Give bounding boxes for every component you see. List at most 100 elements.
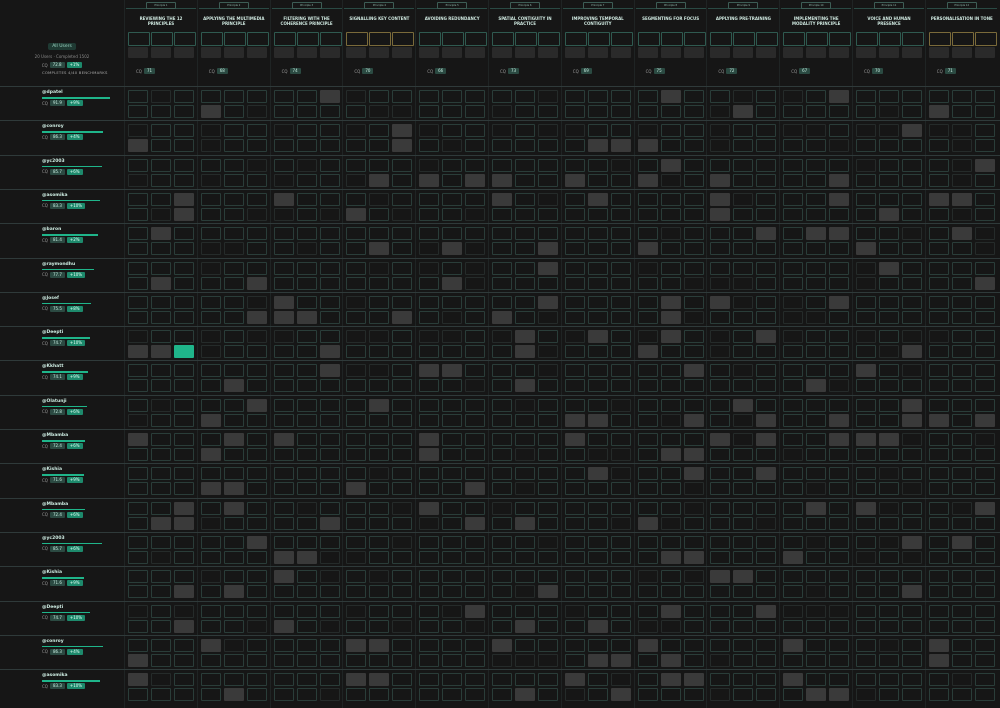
benchmark-cell[interactable] (806, 124, 827, 138)
benchmark-cell[interactable] (346, 345, 367, 359)
benchmark-cell[interactable] (392, 673, 413, 687)
benchmark-cell[interactable] (951, 379, 972, 393)
benchmark-cell[interactable] (733, 570, 754, 584)
benchmark-cell[interactable] (442, 276, 463, 290)
benchmark-cell[interactable] (246, 310, 267, 324)
benchmark-cell[interactable] (419, 379, 440, 393)
benchmark-cell[interactable] (200, 124, 221, 138)
benchmark-cell[interactable] (346, 535, 367, 549)
benchmark-cell[interactable] (273, 516, 294, 530)
benchmark-cell[interactable] (273, 276, 294, 290)
benchmark-cell[interactable] (515, 192, 535, 206)
benchmark-cell[interactable] (223, 448, 244, 461)
benchmark-cell[interactable] (465, 192, 486, 206)
benchmark-cell[interactable] (783, 653, 804, 667)
benchmark-cell[interactable] (246, 482, 267, 496)
benchmark-cell[interactable] (683, 501, 704, 515)
benchmark-cell[interactable] (538, 585, 558, 599)
benchmark-cell[interactable] (538, 501, 558, 515)
benchmark-cell[interactable] (223, 330, 244, 344)
benchmark-cell[interactable] (151, 448, 171, 461)
benchmark-cell[interactable] (128, 619, 148, 633)
benchmark-cell[interactable] (610, 501, 631, 515)
benchmark-cell[interactable] (928, 653, 949, 667)
benchmark-cell[interactable] (442, 688, 463, 702)
user-row[interactable]: @baron CQ 81.4 +2% (0, 223, 124, 258)
benchmark-cell[interactable] (756, 516, 777, 530)
benchmark-cell[interactable] (879, 345, 899, 359)
benchmark-cell[interactable] (710, 173, 731, 187)
benchmark-cell[interactable] (637, 139, 658, 153)
benchmark-cell[interactable] (829, 638, 850, 652)
benchmark-cell[interactable] (733, 688, 754, 702)
benchmark-cell[interactable] (419, 638, 440, 652)
benchmark-cell[interactable] (174, 619, 194, 633)
benchmark-cell[interactable] (151, 124, 171, 138)
benchmark-cell[interactable] (756, 192, 777, 206)
benchmark-cell[interactable] (587, 242, 608, 256)
benchmark-cell[interactable] (829, 550, 850, 564)
benchmark-cell[interactable] (174, 124, 194, 138)
benchmark-cell[interactable] (151, 379, 171, 393)
benchmark-cell[interactable] (587, 330, 608, 344)
benchmark-cell[interactable] (637, 261, 658, 275)
benchmark-cell[interactable] (369, 139, 390, 153)
benchmark-cell[interactable] (200, 398, 221, 412)
benchmark-cell[interactable] (879, 467, 899, 481)
benchmark-cell[interactable] (515, 653, 535, 667)
benchmark-cell[interactable] (200, 158, 221, 172)
benchmark-cell[interactable] (683, 688, 704, 702)
benchmark-cell[interactable] (296, 653, 317, 667)
benchmark-cell[interactable] (419, 433, 440, 446)
benchmark-cell[interactable] (465, 310, 486, 324)
benchmark-cell[interactable] (392, 173, 413, 187)
benchmark-cell[interactable] (564, 433, 585, 446)
benchmark-cell[interactable] (733, 673, 754, 687)
benchmark-cell[interactable] (369, 535, 390, 549)
benchmark-cell[interactable] (538, 207, 558, 221)
benchmark-cell[interactable] (564, 295, 585, 309)
benchmark-cell[interactable] (806, 653, 827, 667)
benchmark-cell[interactable] (783, 330, 804, 344)
benchmark-cell[interactable] (928, 467, 949, 481)
benchmark-cell[interactable] (419, 604, 440, 618)
benchmark-cell[interactable] (174, 295, 194, 309)
benchmark-cell[interactable] (319, 276, 340, 290)
benchmark-cell[interactable] (419, 550, 440, 564)
benchmark-cell[interactable] (515, 467, 535, 481)
benchmark-cell[interactable] (902, 673, 922, 687)
benchmark-cell[interactable] (564, 550, 585, 564)
benchmark-cell[interactable] (564, 604, 585, 618)
benchmark-cell[interactable] (151, 413, 171, 427)
benchmark-cell[interactable] (442, 158, 463, 172)
benchmark-cell[interactable] (902, 550, 922, 564)
benchmark-cell[interactable] (200, 207, 221, 221)
benchmark-cell[interactable] (392, 688, 413, 702)
benchmark-cell[interactable] (223, 364, 244, 378)
benchmark-cell[interactable] (587, 570, 608, 584)
benchmark-cell[interactable] (783, 448, 804, 461)
benchmark-cell[interactable] (346, 501, 367, 515)
benchmark-cell[interactable] (928, 604, 949, 618)
benchmark-cell[interactable] (928, 501, 949, 515)
benchmark-cell[interactable] (974, 158, 995, 172)
benchmark-cell[interactable] (369, 433, 390, 446)
benchmark-cell[interactable] (419, 585, 440, 599)
benchmark-cell[interactable] (538, 192, 558, 206)
benchmark-cell[interactable] (902, 173, 922, 187)
benchmark-cell[interactable] (174, 398, 194, 412)
benchmark-cell[interactable] (806, 448, 827, 461)
benchmark-cell[interactable] (564, 585, 585, 599)
benchmark-cell[interactable] (128, 550, 148, 564)
benchmark-cell[interactable] (538, 398, 558, 412)
benchmark-cell[interactable] (683, 673, 704, 687)
benchmark-cell[interactable] (223, 638, 244, 652)
benchmark-cell[interactable] (974, 604, 995, 618)
benchmark-cell[interactable] (128, 467, 148, 481)
benchmark-cell[interactable] (465, 242, 486, 256)
benchmark-cell[interactable] (683, 516, 704, 530)
benchmark-cell[interactable] (951, 653, 972, 667)
benchmark-cell[interactable] (974, 345, 995, 359)
benchmark-cell[interactable] (829, 345, 850, 359)
benchmark-cell[interactable] (151, 261, 171, 275)
